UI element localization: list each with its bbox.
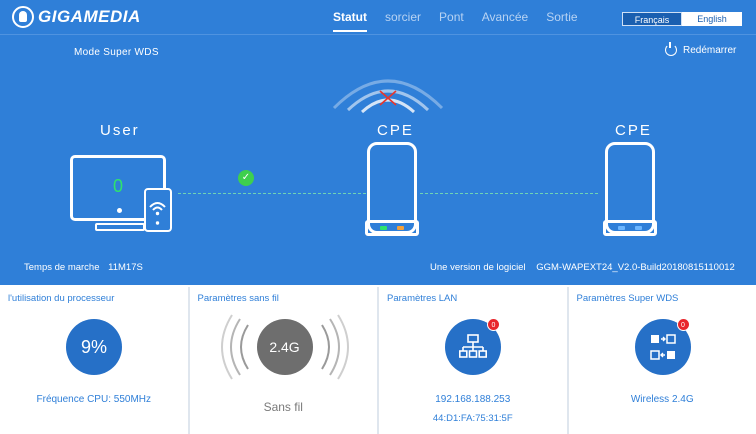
led-blue (618, 226, 625, 230)
wifi-signal-icon (332, 79, 444, 114)
wds-card-title: Paramètres Super WDS (576, 293, 679, 304)
user-link-line (178, 193, 366, 194)
lan-ip: 192.168.188.253 (435, 394, 511, 405)
lan-badge: 0 (487, 318, 500, 331)
monitor-stand (95, 223, 145, 231)
reboot-label: Redémarrer (683, 44, 737, 56)
cpu-card-title: l'utilisation du processeur (8, 293, 115, 304)
disconnected-icon (379, 90, 397, 106)
wireless-card-title: Paramètres sans fil (197, 293, 279, 304)
wds-footer: Wireless 2.4G (630, 394, 694, 405)
network-tree-icon (459, 334, 487, 358)
cpe-local-base (365, 220, 419, 236)
language-switcher: Français English (622, 12, 742, 26)
nav-item-pont[interactable]: Pont (431, 0, 472, 34)
wireless-band: 2.4G (269, 339, 300, 355)
brand-name: GIGAMEDIA (38, 7, 141, 26)
phone-wifi-icon (144, 188, 172, 232)
language-french-button[interactable]: Français (622, 12, 682, 26)
reboot-button[interactable]: Redémarrer (665, 42, 737, 56)
cpe-remote-base (603, 220, 657, 236)
check-icon: ✓ (238, 170, 254, 186)
lan-card-title: Paramètres LAN (387, 293, 458, 304)
wds-switch-icon (649, 334, 676, 360)
cpu-usage-value: 9% (80, 336, 107, 357)
led-green (380, 226, 387, 230)
cpe-remote-label: CPE (615, 122, 652, 139)
cpu-card[interactable]: l'utilisation du processeur 9% Fréquence… (0, 287, 188, 434)
main-nav: Statut sorcier Pont Avancée Sortie (325, 0, 588, 34)
status-cards: l'utilisation du processeur 9% Fréquence… (0, 287, 756, 434)
led-blue (635, 226, 642, 230)
nav-item-avancee[interactable]: Avancée (474, 0, 536, 34)
wireless-band-circle: 2.4G (256, 319, 313, 375)
led-orange (397, 226, 404, 230)
cpu-frequency: Fréquence CPU: 550MHz (36, 394, 152, 405)
logo-icon (12, 6, 34, 28)
uptime-label: Temps de marche (24, 262, 100, 273)
brand-logo: GIGAMEDIA (12, 6, 141, 28)
uptime: Temps de marche 11M17S (24, 262, 143, 273)
header-divider (0, 34, 756, 35)
wireless-card[interactable]: Paramètres sans fil 2.4G Sans fil (189, 287, 377, 434)
firmware-label: Une version de logiciel (430, 262, 526, 273)
nav-item-sortie[interactable]: Sortie (538, 0, 585, 34)
wds-card[interactable]: Paramètres Super WDS 0 Wireless 2.4G (568, 287, 756, 434)
lan-mac: 44:D1:FA:75:31:5F (432, 413, 513, 424)
firmware-version: Une version de logiciel GGM-WAPEXT24_V2.… (430, 262, 735, 273)
language-english-button[interactable]: English (682, 12, 742, 26)
mode-label: Mode Super WDS (74, 47, 159, 58)
wds-badge: 0 (676, 318, 690, 331)
cpe-local-label: CPE (377, 122, 414, 139)
cpu-usage-circle: 9% (66, 319, 122, 375)
uptime-value: 11M17S (108, 262, 143, 273)
wds-link-line (420, 193, 598, 194)
user-label: User (100, 122, 140, 139)
firmware-value: GGM-WAPEXT24_V2.0-Build20180815110012 (536, 262, 735, 273)
nav-item-statut[interactable]: Statut (325, 0, 375, 34)
power-icon (665, 42, 677, 56)
status-panel: GIGAMEDIA Statut sorcier Pont Avancée So… (0, 0, 756, 285)
wireless-footer: Sans fil (263, 400, 303, 414)
lan-card[interactable]: Paramètres LAN 0 192.168.188.253 44:D1:F… (379, 287, 567, 434)
nav-item-sorcier[interactable]: sorcier (377, 0, 429, 34)
